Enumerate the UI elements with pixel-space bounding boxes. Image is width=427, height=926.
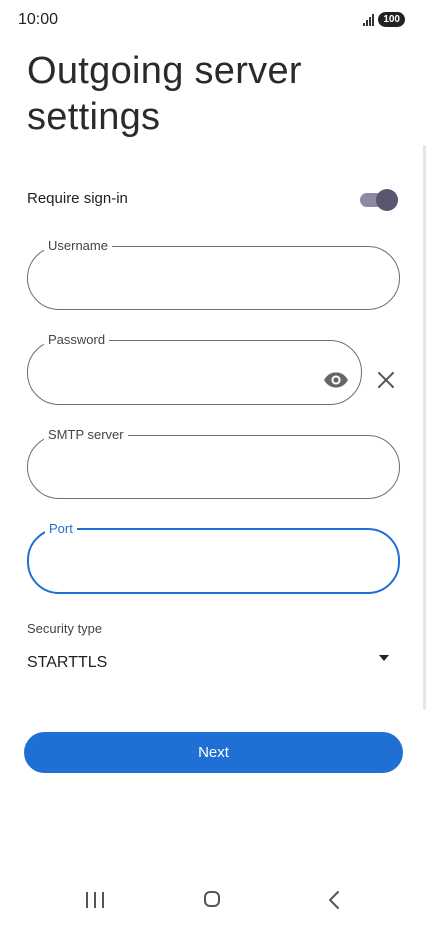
username-field[interactable]: Username xyxy=(27,239,400,310)
home-icon[interactable] xyxy=(204,891,220,907)
require-signin-label: Require sign-in xyxy=(27,190,128,207)
security-type-label: Security type xyxy=(27,621,103,636)
close-icon[interactable] xyxy=(376,370,396,390)
port-input[interactable] xyxy=(45,540,386,578)
smtp-server-field[interactable]: SMTP server xyxy=(27,428,400,499)
signal-icon xyxy=(363,13,375,26)
require-signin-toggle[interactable] xyxy=(358,189,398,211)
username-input[interactable] xyxy=(44,257,387,295)
page-title: Outgoing server settings xyxy=(27,50,302,138)
toggle-thumb xyxy=(376,189,398,211)
status-icons: 100 xyxy=(363,12,405,27)
back-icon[interactable] xyxy=(326,890,342,910)
port-field[interactable]: Port xyxy=(27,522,400,594)
caret-down-icon xyxy=(379,655,389,661)
smtp-server-input[interactable] xyxy=(44,446,387,484)
status-bar: 10:00 100 xyxy=(0,0,427,40)
security-type-value: STARTTLS xyxy=(27,654,108,671)
navigation-bar xyxy=(0,870,427,926)
scrollbar[interactable] xyxy=(423,145,426,710)
password-input[interactable] xyxy=(44,351,315,389)
security-type-select[interactable]: STARTTLS xyxy=(27,645,389,679)
username-label: Username xyxy=(48,238,108,253)
battery-indicator: 100 xyxy=(378,12,405,27)
status-time: 10:00 xyxy=(18,11,59,28)
password-label: Password xyxy=(48,332,106,347)
port-label: Port xyxy=(49,521,73,536)
smtp-server-label: SMTP server xyxy=(48,427,124,442)
password-field[interactable]: Password xyxy=(27,333,362,405)
eye-icon[interactable] xyxy=(323,367,349,393)
next-button[interactable]: Next xyxy=(24,732,403,773)
recents-icon[interactable] xyxy=(86,892,104,908)
